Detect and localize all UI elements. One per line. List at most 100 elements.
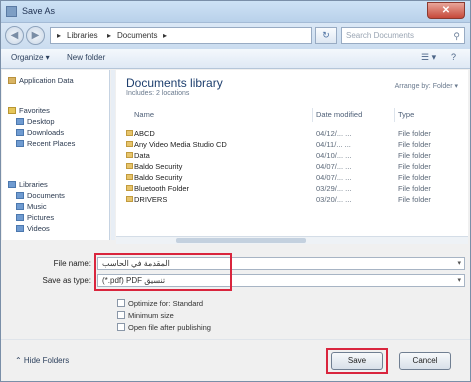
breadcrumb-libraries[interactable]: Libraries (67, 31, 98, 40)
date-cell: 04/12/... ... (316, 129, 352, 138)
date-cell: 04/10/... ... (316, 151, 352, 160)
column-divider[interactable] (312, 108, 313, 122)
app-icon (6, 6, 17, 17)
folder-icon (126, 141, 133, 147)
type-cell: File folder (398, 151, 431, 160)
refresh-icon[interactable]: ↻ (315, 27, 337, 44)
table-row[interactable]: Any Video Media Studio CD 04/11/... ... Fi… (116, 139, 468, 150)
toolbar: Organize ▾ New folder ☰ ▾ ? (1, 49, 470, 69)
music-icon (16, 203, 24, 210)
date-cell: 04/07/... ... (316, 162, 352, 171)
option-optimize[interactable]: Optimize for: Standard (117, 299, 203, 308)
desktop-icon (16, 118, 24, 125)
star-icon (8, 107, 16, 114)
chevron-down-icon[interactable]: ▾ (457, 276, 461, 284)
new-folder-button[interactable]: New folder (67, 53, 105, 62)
table-row[interactable]: ABCD 04/12/... ... File folder (116, 128, 468, 139)
file-name-label: File name: (53, 259, 91, 268)
date-cell: 04/11/... ... (316, 140, 351, 149)
column-divider[interactable] (394, 108, 395, 122)
date-cell: 04/07/... ... (316, 173, 352, 182)
chevron-down-icon[interactable]: ▾ (457, 259, 461, 267)
type-cell: File folder (398, 129, 431, 138)
table-row[interactable]: DRIVERS 03/20/... ... File folder (116, 194, 468, 205)
folder-icon (8, 77, 16, 84)
radio-icon[interactable] (117, 311, 125, 319)
type-cell: File folder (398, 195, 431, 204)
table-row[interactable]: Bluetooth Folder 03/29/... ... File folder (116, 183, 468, 194)
help-icon[interactable]: ? (451, 52, 456, 62)
view-options-icon[interactable]: ☰ ▾ (421, 52, 436, 63)
file-name-cell: Baldo Security (134, 162, 183, 171)
checkbox-icon[interactable] (117, 323, 125, 331)
file-list-pane: Documents library Includes: 2 locations … (116, 70, 468, 240)
documents-icon (16, 192, 24, 199)
close-button[interactable]: ✕ (427, 2, 465, 19)
search-input[interactable]: Search Documents ⚲ (341, 27, 465, 44)
column-header-type[interactable]: Type (398, 110, 414, 122)
column-header-name[interactable]: Name (134, 110, 154, 122)
search-icon: ⚲ (453, 31, 460, 41)
folder-icon (126, 185, 133, 191)
table-row[interactable]: Data 04/10/... ... File folder (116, 150, 468, 161)
file-name-cell: DRIVERS (134, 195, 168, 204)
sidebar-item-application-data[interactable]: Application Data (8, 76, 74, 85)
sidebar-item-recent-places[interactable]: Recent Places (16, 139, 75, 148)
folder-icon (126, 130, 133, 136)
sidebar-item-documents[interactable]: Documents (16, 191, 65, 200)
column-header-date[interactable]: Date modified (316, 110, 362, 122)
type-cell: File folder (398, 173, 431, 182)
table-row[interactable]: Baldo Security 04/07/... ... File folder (116, 172, 468, 183)
sidebar-item-videos[interactable]: Videos (16, 224, 50, 233)
file-name-cell: Any Video Media Studio CD (134, 140, 227, 149)
cancel-button[interactable]: Cancel (399, 352, 451, 370)
recent-places-icon (16, 140, 24, 147)
address-bar[interactable]: ▸ Libraries ▸ Documents ▸ (50, 27, 312, 44)
highlight-box-save (326, 348, 388, 374)
file-name-cell: Bluetooth Folder (134, 184, 190, 193)
window-title: Save As (22, 6, 56, 16)
save-as-dialog: Save As ✕ ◀ ▶ ▸ Libraries ▸ Documents ▸ … (0, 0, 471, 382)
highlight-box-filename (94, 253, 232, 291)
horizontal-scrollbar[interactable] (116, 236, 468, 244)
sidebar-item-pictures[interactable]: Pictures (16, 213, 54, 222)
sidebar-item-downloads[interactable]: Downloads (16, 128, 64, 137)
folder-icon (126, 152, 133, 158)
organize-menu[interactable]: Organize ▾ (11, 53, 50, 62)
videos-icon (16, 225, 24, 232)
folder-icon (126, 163, 133, 169)
hide-folders-button[interactable]: ⌃ Hide Folders (15, 356, 69, 365)
date-cell: 03/29/... ... (316, 184, 352, 193)
forward-button[interactable]: ▶ (26, 26, 45, 45)
sidebar-item-favorites[interactable]: Favorites (8, 106, 50, 115)
table-row[interactable]: Baldo Security 04/07/... ... File folder (116, 161, 468, 172)
arrange-by-dropdown[interactable]: Arrange by: Folder ▾ (395, 82, 458, 90)
scrollbar-thumb[interactable] (176, 238, 306, 243)
sidebar-item-music[interactable]: Music (16, 202, 47, 211)
sidebar-item-desktop[interactable]: Desktop (16, 117, 55, 126)
pane-splitter[interactable] (111, 70, 115, 240)
back-button[interactable]: ◀ (5, 26, 24, 45)
title-bar: Save As ✕ (1, 1, 470, 23)
navigation-pane: Application Data Favorites Desktop Downl… (2, 70, 110, 240)
address-row: ◀ ▶ ▸ Libraries ▸ Documents ▸ ↻ Search D… (1, 23, 470, 49)
option-open-after-publish[interactable]: Open file after publishing (117, 323, 211, 332)
breadcrumb-documents[interactable]: Documents (117, 31, 157, 40)
breadcrumb-separator: ▸ (57, 31, 62, 40)
downloads-icon (16, 129, 24, 136)
type-cell: File folder (398, 184, 431, 193)
file-name-cell: Baldo Security (134, 173, 183, 182)
option-minimum-size[interactable]: Minimum size (117, 311, 174, 320)
pictures-icon (16, 214, 24, 221)
file-name-cell: ABCD (134, 129, 155, 138)
file-name-cell: Data (134, 151, 150, 160)
type-cell: File folder (398, 162, 431, 171)
breadcrumb-separator: ▸ (107, 31, 112, 40)
library-icon (8, 181, 16, 188)
type-cell: File folder (398, 140, 431, 149)
radio-icon[interactable] (117, 299, 125, 307)
breadcrumb-separator: ▸ (163, 31, 168, 40)
library-subtitle[interactable]: Includes: 2 locations (126, 90, 189, 97)
save-type-label: Save as type: (42, 276, 91, 285)
sidebar-item-libraries[interactable]: Libraries (8, 180, 48, 189)
